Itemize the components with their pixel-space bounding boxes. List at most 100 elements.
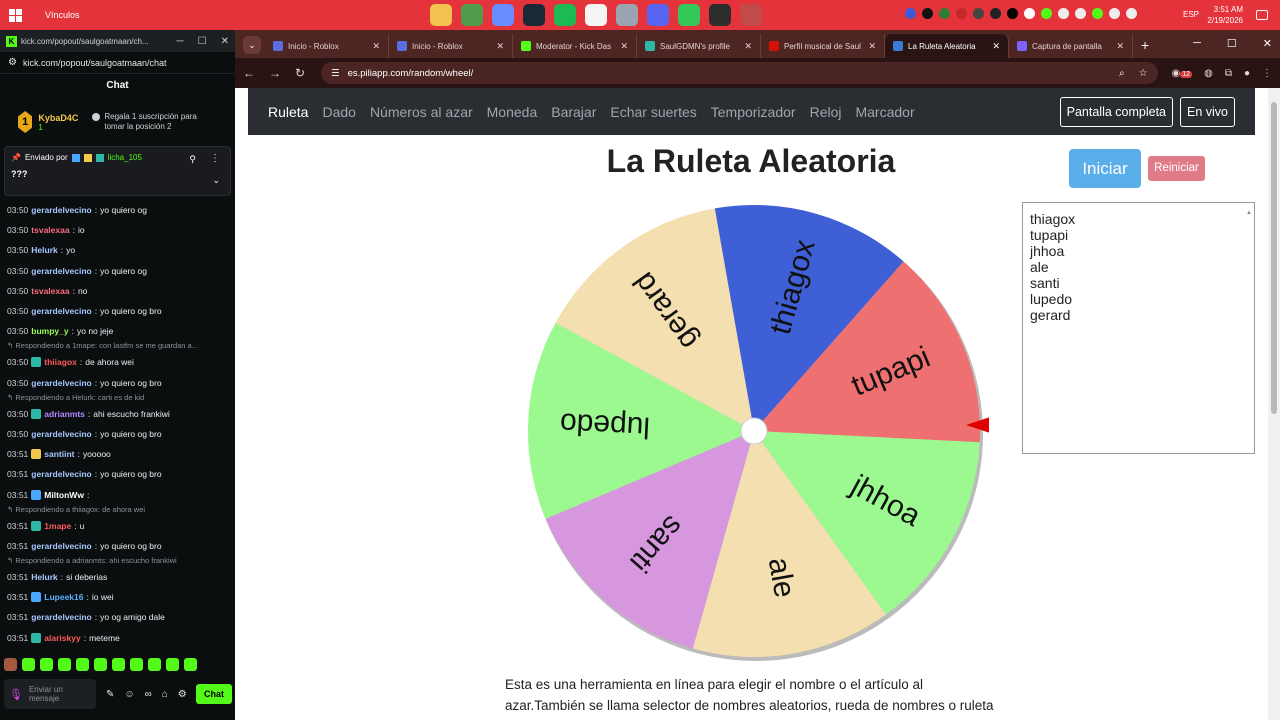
- chat-message[interactable]: 03:51 1mape: u: [7, 516, 228, 536]
- message-username[interactable]: gerardelvecino: [31, 429, 91, 439]
- browser-tab[interactable]: Inicio - Roblox ✕: [265, 34, 389, 58]
- spotify-icon[interactable]: [554, 4, 576, 26]
- chat-message[interactable]: 03:50 tsvalexaa: no: [7, 281, 228, 301]
- message-username[interactable]: gerardelvecino: [31, 541, 91, 551]
- nav-ruleta[interactable]: Ruleta: [268, 104, 308, 120]
- chat-message[interactable]: 03:50 gerardelvecino: yo quiero og: [7, 200, 228, 220]
- live-button[interactable]: En vivo: [1180, 96, 1235, 127]
- chat-message[interactable]: 03:50 tsvalexaa: io: [7, 220, 228, 240]
- textarea-scroll-icon[interactable]: ▲: [1246, 205, 1252, 221]
- steam-tray-icon[interactable]: [1058, 8, 1069, 19]
- extension-icon[interactable]: ◍: [1204, 68, 1213, 79]
- message-username[interactable]: gerardelvecino: [31, 469, 91, 479]
- tab-close-icon[interactable]: ✕: [496, 41, 504, 52]
- steam-icon[interactable]: [523, 4, 545, 26]
- pinned-message[interactable]: 📌 Enviado por licha_105 ??? ⚲ ⋮ ⌄: [4, 146, 231, 196]
- notification-icon[interactable]: [1256, 10, 1268, 20]
- tray-icon[interactable]: [1007, 8, 1018, 19]
- chat-message[interactable]: 03:50 Helurk: yo: [7, 240, 228, 260]
- emote-icon[interactable]: [148, 658, 161, 671]
- store-icon[interactable]: [585, 4, 607, 26]
- message-username[interactable]: tsvalexaa: [31, 225, 69, 235]
- discord-icon[interactable]: [647, 4, 669, 26]
- reply-context[interactable]: ↰ Respondiendo a adrianmts: ahi escucho …: [7, 556, 228, 567]
- message-username[interactable]: gerardelvecino: [31, 612, 91, 622]
- reply-context[interactable]: ↰ Respondiendo a Helurk: carti es de kid: [7, 393, 228, 404]
- nav-marcador[interactable]: Marcador: [855, 104, 914, 120]
- chat-message[interactable]: 03:51 Helurk: si deberias: [7, 567, 228, 587]
- nav-reloj[interactable]: Reloj: [810, 104, 842, 120]
- emote-icon[interactable]: [112, 658, 125, 671]
- tab-close-icon[interactable]: ✕: [1116, 41, 1124, 52]
- chat-message[interactable]: 03:50 gerardelvecino: yo quiero og: [7, 261, 228, 281]
- message-username[interactable]: MiltonWw: [44, 490, 84, 500]
- profile-avatar[interactable]: ●: [1244, 68, 1250, 79]
- message-username[interactable]: bumpy_y: [31, 326, 68, 336]
- volume-icon[interactable]: [1075, 8, 1086, 19]
- mic-icon[interactable]: 🎙: [9, 688, 23, 701]
- site-settings-icon[interactable]: ⚙: [8, 57, 17, 68]
- minimize-icon[interactable]: ─: [177, 36, 184, 47]
- back-icon[interactable]: ←: [243, 66, 255, 80]
- start-button[interactable]: Iniciar: [1069, 149, 1141, 188]
- maximize-icon[interactable]: ☐: [198, 36, 207, 47]
- browser-tab[interactable]: Moderator - Kick Das ✕: [513, 34, 637, 58]
- emote-icon[interactable]: [58, 658, 71, 671]
- tray-icon[interactable]: [956, 8, 967, 19]
- tray-icon[interactable]: [1092, 8, 1103, 19]
- chat-input[interactable]: 🎙 Enviar un mensaje: [4, 679, 96, 709]
- start-button[interactable]: [0, 0, 30, 30]
- tray-icon[interactable]: [905, 8, 916, 19]
- top-gifter-name[interactable]: KybaD4C: [38, 113, 78, 123]
- tab-close-icon[interactable]: ✕: [620, 41, 628, 52]
- chat-message[interactable]: 03:51 gerardelvecino: yo quiero og bro: [7, 464, 228, 484]
- minimize-icon[interactable]: ─: [1193, 37, 1201, 50]
- emoji-icon[interactable]: ☺: [124, 689, 134, 700]
- browser-tab[interactable]: Inicio - Roblox ✕: [389, 34, 513, 58]
- nav-echar-suertes[interactable]: Echar suertes: [610, 104, 696, 120]
- emote-icon[interactable]: [94, 658, 107, 671]
- chat-message[interactable]: 03:50 thiiagox: de ahora wei: [7, 352, 228, 372]
- chrome-icon[interactable]: [461, 4, 483, 26]
- gift-promo[interactable]: Regala 1 suscripción para tomar la posic…: [92, 112, 217, 132]
- browser-tab[interactable]: Captura de pantalla ✕: [1009, 34, 1133, 58]
- reply-context[interactable]: ↰ Respondiendo a 1mape: con lastfm se me…: [7, 341, 228, 352]
- browser-tab[interactable]: SaulGDMN's profile ✕: [637, 34, 761, 58]
- maximize-icon[interactable]: ☐: [1227, 37, 1237, 50]
- kick-address-bar[interactable]: ⚙ kick.com/popout/saulgoatmaan/chat: [0, 52, 235, 74]
- message-username[interactable]: gerardelvecino: [31, 205, 91, 215]
- tray-icon[interactable]: [939, 8, 950, 19]
- address-bar[interactable]: ☰ es.piliapp.com/random/wheel/ ⌕ ☆: [321, 62, 1158, 84]
- bookmark-star-icon[interactable]: ☆: [1139, 68, 1148, 79]
- reload-icon[interactable]: ↻: [295, 66, 305, 80]
- more-options-icon[interactable]: ⋮: [210, 153, 220, 164]
- scrollbar-thumb[interactable]: [1271, 102, 1277, 414]
- site-info-icon[interactable]: ☰: [331, 68, 340, 79]
- message-username[interactable]: 1mape: [44, 521, 71, 531]
- emote-icon[interactable]: [76, 658, 89, 671]
- message-username[interactable]: gerardelvecino: [31, 266, 91, 276]
- message-username[interactable]: tsvalexaa: [31, 286, 69, 296]
- chat-message[interactable]: 03:50 gerardelvecino: yo quiero og bro: [7, 301, 228, 321]
- settings-icon[interactable]: ⚙: [178, 689, 187, 700]
- reply-context[interactable]: ↰ Respondiendo a thiiagox: de ahora wei: [7, 505, 228, 516]
- tray-icon[interactable]: [1109, 8, 1120, 19]
- tray-icon[interactable]: [990, 8, 1001, 19]
- chat-message[interactable]: 03:51 alariskyy: meteme: [7, 628, 228, 648]
- chat-message[interactable]: 03:50 bumpy_y: yo no jeje: [7, 321, 228, 341]
- nav-barajar[interactable]: Barajar: [551, 104, 596, 120]
- browser-tab[interactable]: Perfil musical de Saul ✕: [761, 34, 885, 58]
- tab-close-icon[interactable]: ✕: [744, 41, 752, 52]
- extensions-puzzle-icon[interactable]: ⧉: [1225, 68, 1232, 79]
- emote-icon[interactable]: [22, 658, 35, 671]
- message-username[interactable]: Helurk: [31, 572, 57, 582]
- page-scrollbar[interactable]: [1268, 88, 1280, 720]
- emote-icon[interactable]: [166, 658, 179, 671]
- chat-message[interactable]: 03:51 gerardelvecino: yo og amigo dale: [7, 607, 228, 627]
- chat-message[interactable]: 03:51 santiint: yooooo: [7, 444, 228, 464]
- emote-icon[interactable]: [184, 658, 197, 671]
- chat-message[interactable]: 03:50 adrianmts: ahi escucho frankiwi: [7, 404, 228, 424]
- chat-message[interactable]: 03:51 gerardelvecino: yo quiero og bro: [7, 536, 228, 556]
- zoom-icon[interactable]: ⌕: [1119, 68, 1125, 79]
- tray-icon[interactable]: [973, 8, 984, 19]
